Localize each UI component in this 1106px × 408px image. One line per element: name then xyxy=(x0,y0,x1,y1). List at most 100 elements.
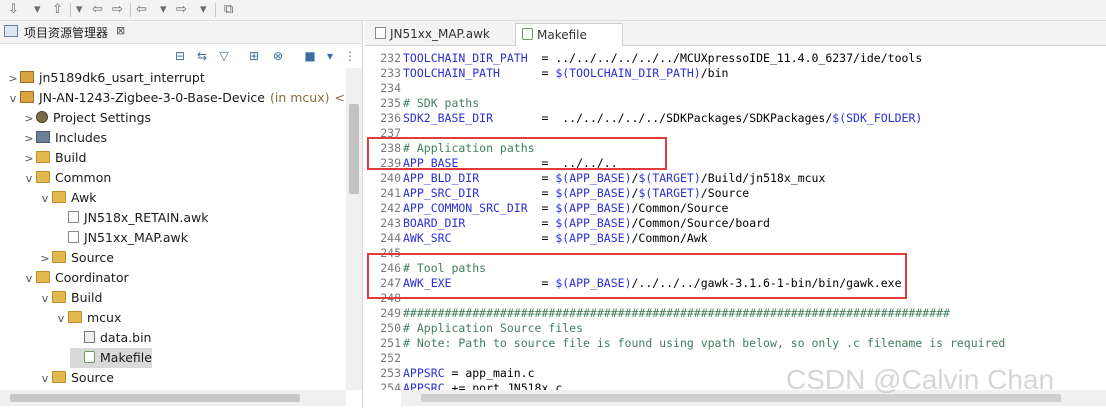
line-number: 240 xyxy=(380,171,401,185)
chevron-down-icon[interactable]: v xyxy=(6,89,20,109)
code-line: 243 BOARD_DIR = $(APP_BASE)/Common/Source… xyxy=(365,216,1106,231)
chevron-right-icon[interactable]: > xyxy=(22,129,36,149)
toolbar-item[interactable]: ⇨ xyxy=(112,1,123,19)
toolbar-item[interactable]: ⇧ xyxy=(52,1,63,19)
scrollbar-thumb[interactable] xyxy=(10,394,300,402)
tree-item[interactable]: v mcux xyxy=(54,308,122,329)
makefile-icon xyxy=(84,351,95,363)
chevron-down-icon[interactable]: v xyxy=(38,189,52,209)
view-menu-icon[interactable]: ▾ xyxy=(322,48,338,64)
code-fragment: = ../../../../../../MCUXpressoIDE_11.4.0… xyxy=(527,51,923,65)
line-number: 250 xyxy=(380,321,401,335)
code-fragment: = xyxy=(451,231,556,245)
make-variable: APP_BLD_DIR xyxy=(403,171,480,185)
editor-panel: JN51xx_MAP.awk Makefile 232 TOOLCHAIN_DIR… xyxy=(365,21,1106,408)
tree-item[interactable]: Makefile xyxy=(70,348,152,368)
tree-vertical-scrollbar[interactable] xyxy=(346,68,362,390)
tree-item[interactable]: JN518x_RETAIN.awk xyxy=(54,208,208,228)
make-variable: $(APP_BASE) xyxy=(555,216,632,230)
link-editor-icon[interactable]: ⇆ xyxy=(194,48,210,64)
tree-item[interactable]: v Awk xyxy=(38,188,97,208)
make-variable: APP_COMMON_SRC_DIR xyxy=(403,201,528,215)
tree-horizontal-scrollbar[interactable] xyxy=(0,390,346,406)
filter-icon[interactable]: ▽ xyxy=(216,48,232,64)
toolbar-item[interactable]: ⇦ xyxy=(92,1,103,19)
tree-item[interactable]: > Source xyxy=(38,248,114,268)
line-number: 254 xyxy=(380,381,401,390)
sync-icon[interactable]: ⊗ xyxy=(270,48,286,64)
tree-item[interactable]: v Build xyxy=(38,288,103,309)
tree-item[interactable]: v Common xyxy=(22,168,112,189)
chevron-down-icon[interactable]: v xyxy=(22,269,36,289)
make-variable: $(APP_BASE) xyxy=(555,171,632,185)
code-comment: ########################################… xyxy=(403,306,950,321)
collapse-all-icon[interactable]: ⊟ xyxy=(172,48,188,64)
code-line: 233 TOOLCHAIN_PATH = $(TOOLCHAIN_DIR_PATH… xyxy=(365,66,1106,81)
tree-item[interactable]: v JN-AN-1243-Zigbee-3-0-Base-Device (in mc… xyxy=(6,88,346,108)
make-variable: AWK_SRC xyxy=(403,231,452,245)
chevron-right-icon[interactable]: > xyxy=(6,69,20,89)
toolbar-item[interactable]: ⇨ xyxy=(176,1,187,19)
make-variable: $(APP_BASE) xyxy=(555,186,632,200)
line-number: 242 xyxy=(380,201,401,215)
make-variable: TOOLCHAIN_DIR_PATH xyxy=(403,51,528,65)
chevron-down-icon[interactable]: v xyxy=(54,309,68,329)
code-fragment: = xyxy=(479,186,556,200)
line-number: 249 xyxy=(380,306,401,320)
line-number: 253 xyxy=(380,366,401,380)
tree-item[interactable]: > Project Settings xyxy=(22,108,151,128)
chevron-down-icon[interactable]: v xyxy=(22,169,36,189)
scrollbar-thumb[interactable] xyxy=(349,104,359,194)
code-text: APPSRC += port_JN518x.c xyxy=(403,381,562,390)
toolbar-item[interactable]: ▾ xyxy=(200,1,207,19)
tree-item[interactable]: > Includes xyxy=(22,128,107,148)
more-icon[interactable]: ⋮ xyxy=(342,48,358,64)
toolbar-separator xyxy=(130,3,131,17)
binary-file-icon xyxy=(84,331,95,343)
chevron-right-icon[interactable]: > xyxy=(22,149,36,169)
line-number: 234 xyxy=(380,81,401,95)
code-fragment: = xyxy=(465,216,556,230)
file-icon xyxy=(68,231,79,243)
comment-text: ########################################… xyxy=(403,306,950,320)
line-number: 235 xyxy=(380,96,401,110)
highlight-tool-paths xyxy=(367,253,907,299)
chevron-right-icon[interactable]: > xyxy=(38,249,52,269)
tree-item[interactable]: data.bin xyxy=(70,328,151,348)
tree-item-label: Build xyxy=(55,150,87,165)
code-fragment: = xyxy=(479,171,556,185)
chevron-down-icon[interactable]: v xyxy=(38,289,52,309)
tree-item[interactable]: v Source xyxy=(38,368,114,388)
folder-icon xyxy=(52,251,66,263)
comment-text: # Note: Path to source file is found usi… xyxy=(403,336,1006,350)
tree-item[interactable]: v Coordinator xyxy=(22,268,129,288)
toolbar-item[interactable]: ⇩ xyxy=(8,1,19,19)
tab-makefile[interactable]: Makefile xyxy=(515,23,623,46)
toolbar-item[interactable]: ▾ xyxy=(76,1,83,19)
code-line: 240 APP_BLD_DIR = $(APP_BASE)/$(TARGET)/B… xyxy=(365,171,1106,186)
make-variable: APP_SRC_DIR xyxy=(403,186,480,200)
toolbar-item[interactable]: ▾ xyxy=(160,1,167,19)
code-text: SDK2_BASE_DIR = ../../../../../SDKPackag… xyxy=(403,111,922,126)
toolbar-item[interactable]: ▾ xyxy=(34,1,41,19)
code-editor[interactable]: 232 TOOLCHAIN_DIR_PATH = ../../../../../.… xyxy=(365,46,1106,390)
tree-item[interactable]: > jn5189dk6_usart_interrupt xyxy=(6,68,205,89)
settings-icon xyxy=(36,111,48,123)
close-icon[interactable]: ⊠ xyxy=(116,24,125,37)
tree-item-label: jn5189dk6_usart_interrupt xyxy=(39,70,205,85)
tree-item[interactable]: > Build xyxy=(22,148,86,168)
tab-jn51xx-map-awk[interactable]: JN51xx_MAP.awk xyxy=(369,23,511,45)
editor-tabs: JN51xx_MAP.awk Makefile xyxy=(365,21,1106,46)
make-variable: $(APP_BASE) xyxy=(555,201,632,215)
tree-item[interactable]: JN51xx_MAP.awk xyxy=(54,228,188,248)
chevron-down-icon[interactable]: v xyxy=(38,369,52,389)
folder-icon xyxy=(68,311,82,323)
chevron-right-icon[interactable]: > xyxy=(22,109,36,129)
stop-icon[interactable]: ■ xyxy=(302,48,318,64)
code-fragment: /Source xyxy=(700,186,750,200)
watermark: CSDN @Calvin Chan xyxy=(786,364,1055,395)
make-variable: $(APP_BASE) xyxy=(555,231,632,245)
grid-icon[interactable]: ⊞ xyxy=(246,48,262,64)
toolbar-item[interactable]: ⧉ xyxy=(224,1,233,19)
toolbar-item[interactable]: ⇦ xyxy=(136,1,147,19)
